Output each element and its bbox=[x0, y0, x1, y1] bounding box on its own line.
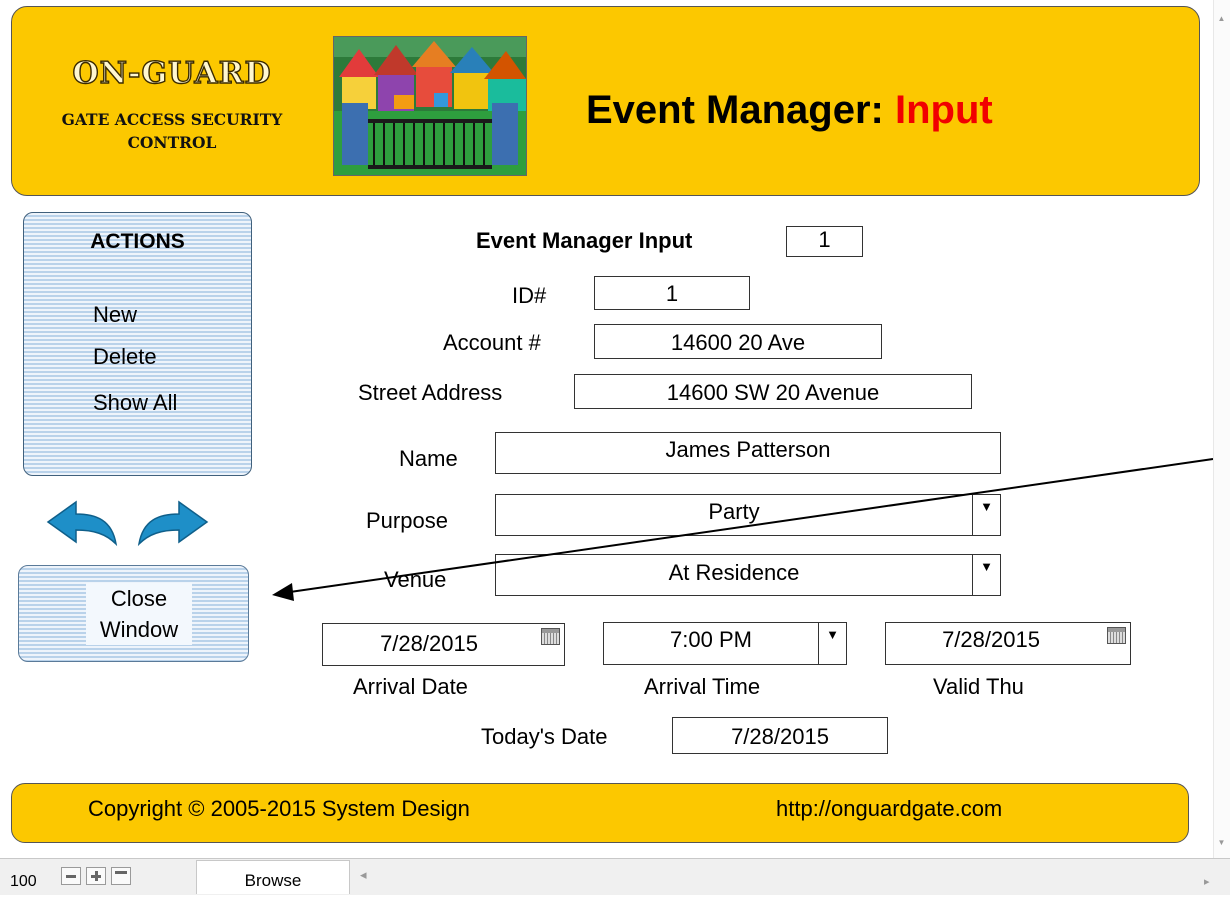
account-label: Account # bbox=[443, 330, 541, 355]
venue-label: Venue bbox=[384, 567, 447, 592]
street-address-field[interactable]: 14600 SW 20 Avenue bbox=[574, 374, 972, 409]
record-number-field[interactable]: 1 bbox=[786, 226, 863, 257]
mode-tab-browse[interactable]: Browse bbox=[196, 860, 350, 894]
logo-subtitle: GATE ACCESS SECURITY CONTROL bbox=[22, 108, 322, 154]
footer-copyright: Copyright © 2005-2015 System Design bbox=[88, 796, 470, 821]
venue-dropdown-icon[interactable]: ▼ bbox=[972, 555, 1000, 595]
account-field[interactable]: 14600 20 Ave bbox=[594, 324, 882, 359]
gated-community-image bbox=[333, 36, 527, 176]
vertical-scrollbar[interactable] bbox=[1213, 0, 1230, 858]
arrival-date-field[interactable]: 7/28/2015 bbox=[322, 623, 565, 666]
window-icon bbox=[115, 871, 127, 874]
arrival-time-value: 7:00 PM bbox=[670, 627, 752, 652]
name-label: Name bbox=[399, 446, 458, 471]
zoom-in-button[interactable] bbox=[86, 867, 106, 885]
minus-icon bbox=[66, 875, 76, 878]
action-new[interactable]: New bbox=[93, 302, 137, 328]
scroll-up-icon[interactable]: ▲ bbox=[1213, 14, 1230, 23]
close-window-label-line2: Window bbox=[99, 617, 179, 642]
zoom-level: 100 bbox=[10, 873, 37, 890]
page-title-highlight: Input bbox=[894, 88, 993, 132]
logo-subtitle-line1: GATE ACCESS SECURITY bbox=[61, 110, 283, 129]
status-bar bbox=[0, 858, 1230, 895]
name-field[interactable]: James Patterson bbox=[495, 432, 1001, 474]
arrival-time-dropdown-icon[interactable]: ▼ bbox=[818, 623, 846, 664]
logo-title: ON-GUARD bbox=[72, 55, 272, 91]
actions-title: ACTIONS bbox=[90, 230, 185, 253]
gated-community-illustration bbox=[334, 37, 526, 175]
todays-date-label: Today's Date bbox=[481, 724, 608, 749]
page-title: Event Manager: Input bbox=[586, 88, 993, 133]
action-show-all[interactable]: Show All bbox=[93, 390, 177, 416]
footer-url-link[interactable]: http://onguardgate.com bbox=[776, 796, 1002, 822]
logo-subtitle-line2: CONTROL bbox=[127, 133, 217, 152]
todays-date-field[interactable]: 7/28/2015 bbox=[672, 717, 888, 754]
purpose-select[interactable]: Party ▼ bbox=[495, 494, 1001, 536]
previous-record-arrow-icon[interactable] bbox=[46, 500, 120, 552]
close-window-label-line1: Close bbox=[110, 586, 168, 611]
venue-value: At Residence bbox=[668, 560, 800, 585]
scroll-right-icon[interactable]: ▸ bbox=[1204, 875, 1210, 888]
purpose-label: Purpose bbox=[366, 508, 448, 533]
venue-select[interactable]: At Residence ▼ bbox=[495, 554, 1001, 596]
valid-thru-field[interactable]: 7/28/2015 bbox=[885, 622, 1131, 665]
page-title-text: Event Manager: bbox=[586, 88, 895, 132]
arrival-date-label: Arrival Date bbox=[353, 674, 468, 699]
id-label: ID# bbox=[512, 283, 547, 308]
purpose-dropdown-icon[interactable]: ▼ bbox=[972, 495, 1000, 535]
arrival-date-calendar-icon[interactable] bbox=[541, 628, 560, 645]
next-record-arrow-icon[interactable] bbox=[135, 500, 209, 552]
toggle-status-area-button[interactable] bbox=[111, 867, 131, 885]
form-heading: Event Manager Input bbox=[476, 228, 693, 253]
valid-thru-label: Valid Thu bbox=[933, 674, 1024, 699]
arrival-time-label: Arrival Time bbox=[644, 674, 761, 699]
valid-thru-value: 7/28/2015 bbox=[942, 627, 1040, 652]
valid-thru-calendar-icon[interactable] bbox=[1107, 627, 1126, 644]
id-field[interactable]: 1 bbox=[594, 276, 750, 310]
plus-icon-vertical bbox=[94, 871, 98, 881]
arrival-date-value: 7/28/2015 bbox=[380, 631, 478, 656]
action-delete[interactable]: Delete bbox=[93, 344, 157, 370]
arrival-time-select[interactable]: 7:00 PM ▼ bbox=[603, 622, 847, 665]
scroll-left-icon[interactable]: ◂ bbox=[360, 867, 367, 883]
scroll-down-icon[interactable]: ▼ bbox=[1213, 838, 1230, 847]
street-address-label: Street Address bbox=[358, 380, 503, 405]
close-window-label[interactable]: Close Window bbox=[86, 583, 192, 645]
purpose-value: Party bbox=[708, 499, 760, 524]
zoom-out-button[interactable] bbox=[61, 867, 81, 885]
